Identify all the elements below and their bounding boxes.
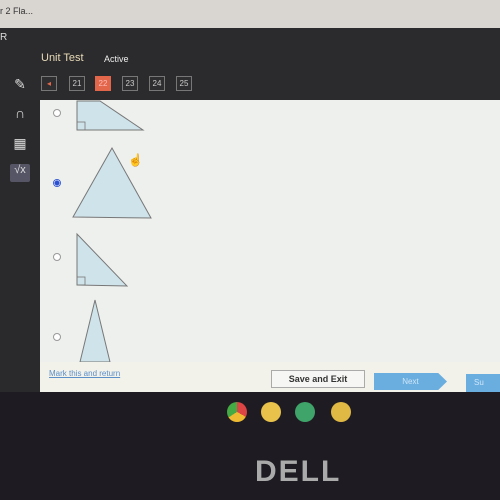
option-1-radio[interactable] — [53, 109, 61, 117]
option-4-radio[interactable] — [53, 333, 61, 341]
option-1-triangle — [76, 100, 145, 131]
answer-figures — [72, 100, 152, 362]
mark-and-return-link[interactable]: Mark this and return — [49, 369, 120, 378]
dell-logo: DELL — [255, 455, 342, 488]
option-3-triangle — [76, 232, 129, 287]
docs-icon[interactable] — [261, 402, 281, 422]
next-button[interactable]: Next — [374, 373, 447, 390]
chrome-icon[interactable] — [227, 402, 247, 422]
sheets-icon[interactable] — [295, 402, 315, 422]
slides-icon[interactable] — [331, 402, 351, 422]
option-2-radio[interactable] — [53, 179, 61, 187]
option-3-radio[interactable] — [53, 253, 61, 261]
submit-button[interactable]: Su — [466, 374, 500, 392]
option-4-triangle — [79, 299, 111, 362]
hand-cursor-icon: ☝ — [128, 153, 143, 167]
save-and-exit-button[interactable]: Save and Exit — [271, 370, 365, 388]
